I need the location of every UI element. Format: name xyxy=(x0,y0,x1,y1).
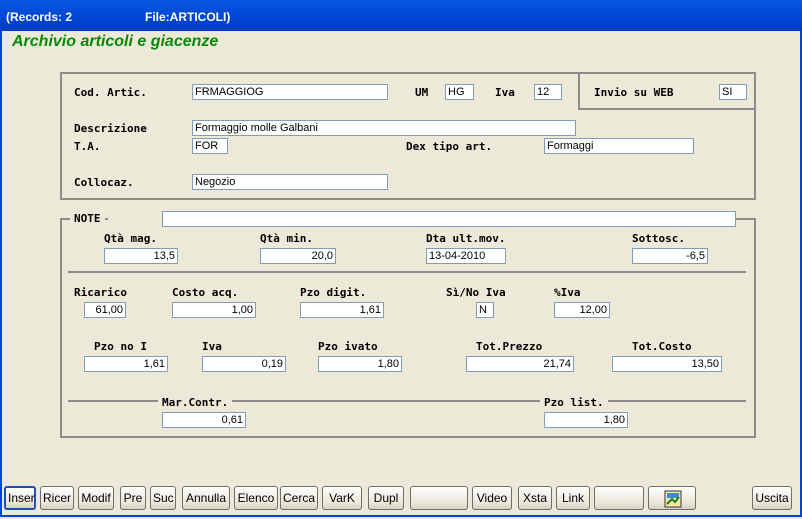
ricarico-field[interactable]: 61,00 xyxy=(84,302,126,318)
mar-contr-field[interactable]: 0,61 xyxy=(162,412,246,428)
annulla-button[interactable]: Annulla xyxy=(182,486,230,510)
ta-field[interactable]: FOR xyxy=(192,138,228,154)
suc-button[interactable]: Suc xyxy=(150,486,176,510)
dta-ult-mov-field[interactable]: 13-04-2010 xyxy=(426,248,506,264)
link-button[interactable]: Link xyxy=(556,486,590,510)
cerca-button[interactable]: Cerca xyxy=(280,486,318,510)
iva2-field[interactable]: 0,19 xyxy=(202,356,286,372)
dex-tipo-label: Dex tipo art. xyxy=(406,140,493,153)
si-no-iva-field[interactable]: N xyxy=(476,302,494,318)
perc-iva-label: %Iva xyxy=(554,286,581,299)
divider xyxy=(68,271,746,273)
uscita-button[interactable]: Uscita xyxy=(752,486,792,510)
sottosc-label: Sottosc. xyxy=(632,232,685,245)
ricarico-label: Ricarico xyxy=(74,286,127,299)
pzo-list-field[interactable]: 1,80 xyxy=(544,412,628,428)
page-title: Archivio articoli e giacenze xyxy=(12,33,219,50)
perc-iva-field[interactable]: 12,00 xyxy=(554,302,610,318)
blank-button-2[interactable] xyxy=(594,486,644,510)
qta-min-label: Qtà min. xyxy=(260,232,313,245)
si-no-iva-label: Sì/No Iva xyxy=(446,286,506,299)
costo-acq-label: Costo acq. xyxy=(172,286,239,299)
collocaz-label: Collocaz. xyxy=(74,176,134,189)
ricer-button[interactable]: Ricer xyxy=(40,486,74,510)
video-button[interactable]: Video xyxy=(472,486,512,510)
iva2-label: Iva xyxy=(202,340,222,353)
dex-tipo-field[interactable]: Formaggi xyxy=(544,138,694,154)
iva-field[interactable]: 12 xyxy=(534,84,562,100)
dta-ult-mov-label: Dta ult.mov. xyxy=(426,232,506,245)
pzo-ivato-field[interactable]: 1,80 xyxy=(318,356,402,372)
blank-button-1[interactable] xyxy=(410,486,468,510)
pzo-no-i-field[interactable]: 1,61 xyxy=(84,356,168,372)
pzo-digit-label: Pzo digit. xyxy=(300,286,367,299)
cod-artic-label: Cod. Artic. xyxy=(74,86,147,99)
dupl-button[interactable]: Dupl xyxy=(368,486,404,510)
pzo-no-i-label: Pzo no I xyxy=(94,340,147,353)
note-label: NOTE xyxy=(70,212,105,225)
qta-mag-label: Qtà mag. xyxy=(104,232,157,245)
title-bar: (Records: 2 File:ARTICOLI) xyxy=(0,0,802,31)
tot-prezzo-label: Tot.Prezzo xyxy=(476,340,543,353)
vark-button[interactable]: VarK xyxy=(322,486,362,510)
um-field[interactable]: HG xyxy=(445,84,474,100)
tot-costo-field[interactable]: 13,50 xyxy=(612,356,722,372)
inser-button[interactable]: Inser xyxy=(4,486,36,510)
pzo-ivato-label: Pzo ivato xyxy=(318,340,378,353)
calculator-image-button[interactable] xyxy=(648,486,696,510)
file-name: File:ARTICOLI) xyxy=(145,10,231,24)
collocaz-field[interactable]: Negozio xyxy=(192,174,388,190)
calculator-image-icon xyxy=(664,490,682,515)
cod-artic-field[interactable]: FRMAGGIOG xyxy=(192,84,388,100)
records-count: (Records: 2 xyxy=(6,10,73,24)
um-label: UM xyxy=(415,86,429,99)
note-gap xyxy=(108,211,162,225)
pzo-list-label: Pzo list. xyxy=(540,396,608,409)
xsta-button[interactable]: Xsta xyxy=(518,486,552,510)
pre-button[interactable]: Pre xyxy=(120,486,146,510)
web-field[interactable]: SI xyxy=(719,84,747,100)
web-label: Invio su WEB xyxy=(594,86,674,99)
descrizione-label: Descrizione xyxy=(74,122,147,135)
tot-costo-label: Tot.Costo xyxy=(632,340,692,353)
qta-mag-field[interactable]: 13,5 xyxy=(104,248,178,264)
note-field[interactable] xyxy=(162,211,736,227)
descrizione-field[interactable]: Formaggio molle Galbani xyxy=(192,120,576,136)
sottosc-field[interactable]: -6,5 xyxy=(632,248,708,264)
elenco-button[interactable]: Elenco xyxy=(234,486,278,510)
modif-button[interactable]: Modif xyxy=(78,486,114,510)
mar-contr-label: Mar.Contr. xyxy=(158,396,233,409)
qta-min-field[interactable]: 20,0 xyxy=(260,248,336,264)
pzo-digit-field[interactable]: 1,61 xyxy=(300,302,384,318)
iva-label: Iva xyxy=(495,86,515,99)
costo-acq-field[interactable]: 1,00 xyxy=(172,302,256,318)
tot-prezzo-field[interactable]: 21,74 xyxy=(466,356,574,372)
ta-label: T.A. xyxy=(74,140,101,153)
